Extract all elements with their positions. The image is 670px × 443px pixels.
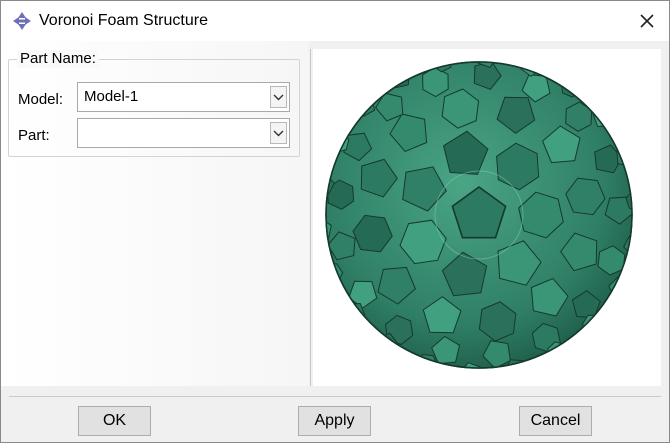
model-combobox[interactable]: Model-1 bbox=[77, 82, 290, 112]
title-bar: Voronoi Foam Structure bbox=[1, 1, 669, 41]
chevron-down-icon bbox=[273, 130, 284, 137]
foam-cell bbox=[560, 75, 582, 98]
left-panel: Part Name: Model: Model-1 Part: bbox=[1, 41, 309, 386]
panel-splitter[interactable] bbox=[310, 49, 311, 386]
part-label: Part: bbox=[18, 127, 50, 144]
chevron-down-icon bbox=[273, 94, 284, 101]
cancel-button[interactable]: Cancel bbox=[519, 406, 592, 436]
foam-cell bbox=[504, 359, 527, 368]
foam-cell bbox=[328, 131, 350, 153]
part-name-group: Part Name: Model: Model-1 Part: bbox=[8, 50, 300, 157]
foam-cell bbox=[415, 353, 438, 368]
model-value: Model-1 bbox=[84, 88, 139, 105]
part-combobox[interactable] bbox=[77, 118, 290, 148]
group-title: Part Name: bbox=[17, 50, 99, 68]
apply-button[interactable]: Apply bbox=[298, 406, 371, 436]
dialog-window: Voronoi Foam Structure Part Name: Model:… bbox=[0, 0, 670, 443]
part-dropdown-button[interactable] bbox=[270, 122, 287, 144]
foam-preview-viewport bbox=[313, 49, 661, 386]
button-separator bbox=[9, 396, 661, 397]
model-dropdown-button[interactable] bbox=[270, 86, 287, 108]
close-icon[interactable] bbox=[635, 9, 659, 33]
window-title: Voronoi Foam Structure bbox=[39, 12, 208, 29]
voronoi-foam-sphere-image bbox=[325, 61, 633, 369]
ok-button[interactable]: OK bbox=[78, 406, 151, 436]
model-label: Model: bbox=[18, 91, 64, 108]
diamond-app-icon bbox=[13, 12, 31, 30]
